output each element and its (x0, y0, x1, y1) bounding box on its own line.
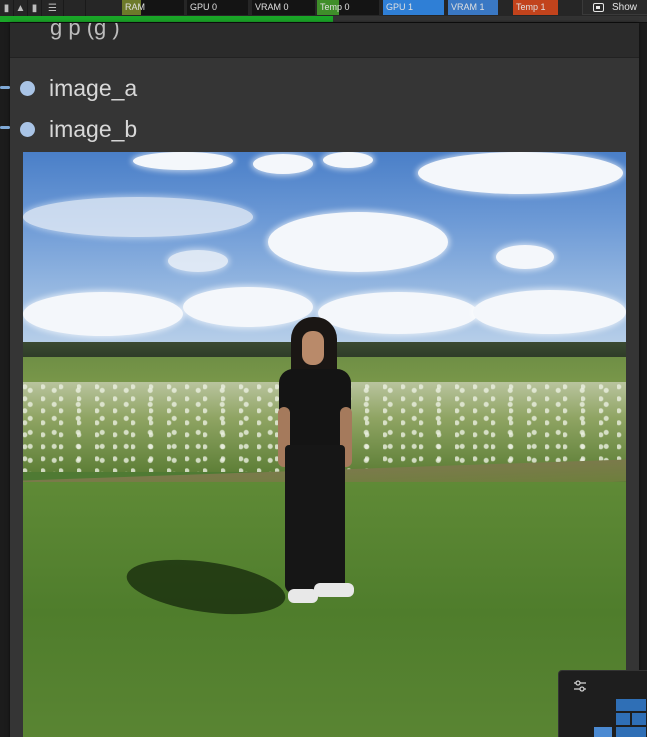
tool-icon-3[interactable]: ▮ (28, 0, 42, 16)
vram0-monitor: VRAM 0 (252, 0, 315, 15)
link-wire-a (0, 86, 10, 89)
tool-icon-2[interactable]: ▲ (14, 0, 28, 16)
input-slot-image-b[interactable]: image_b (20, 115, 137, 143)
gpu1-monitor: GPU 1 (383, 0, 444, 15)
minimap-node (632, 713, 646, 725)
input-label-image-b: image_b (49, 115, 138, 142)
toolbar-left: ▮ ▲ ▮ ☰ (0, 0, 92, 16)
input-slot-image-a[interactable]: image_a (20, 74, 137, 102)
ram-label: RAM (125, 2, 145, 12)
vram0-label: VRAM 0 (255, 2, 289, 12)
minimap-widget[interactable] (558, 670, 647, 737)
temp1-monitor: Temp 1 (513, 0, 558, 15)
minimap-node (616, 727, 646, 737)
temp1-label: Temp 1 (516, 2, 546, 12)
cloud (133, 152, 233, 170)
temp0-monitor: Temp 0 (317, 0, 379, 15)
cloud (323, 152, 373, 168)
cloud (253, 154, 313, 174)
show-button[interactable]: Show (582, 0, 647, 15)
cloud (418, 152, 623, 194)
tool-icon-1[interactable]: ▮ (0, 0, 14, 16)
person-face (302, 331, 324, 365)
image-preview[interactable] (23, 152, 626, 737)
ram-monitor: RAM (122, 0, 184, 15)
cloud (496, 245, 554, 269)
input-label-image-a: image_a (49, 74, 138, 101)
person-figure (276, 317, 366, 627)
gpu0-monitor: GPU 0 (187, 0, 248, 15)
minimap-node (616, 699, 646, 711)
sliders-icon[interactable] (573, 679, 587, 693)
vram1-monitor: VRAM 1 (448, 0, 498, 15)
temp0-label: Temp 0 (320, 2, 350, 12)
node-title: g p (g ) (50, 23, 120, 40)
vram1-label: VRAM 1 (451, 2, 485, 12)
cloud (473, 290, 626, 334)
cloud (268, 212, 448, 272)
link-wire-b (0, 126, 10, 129)
gpu0-label: GPU 0 (190, 2, 218, 12)
minimap-node (616, 713, 630, 725)
cloud (168, 250, 228, 272)
app-window: ▮ ▲ ▮ ☰ RAM GPU 0 VRAM 0 Temp 0 GPU 1 VR… (0, 0, 647, 737)
queue-progress-fill (0, 16, 334, 22)
cloud (23, 292, 183, 336)
person-shoe-right (314, 583, 354, 597)
node-title-bar[interactable]: g p (g ) (10, 23, 639, 58)
tool-icon-5[interactable] (64, 0, 86, 16)
gpu1-label: GPU 1 (386, 2, 414, 12)
input-dot-icon[interactable] (20, 80, 35, 96)
cloud (23, 197, 253, 237)
input-dot-icon[interactable] (20, 121, 35, 137)
minimap-node (594, 727, 612, 737)
image-icon (593, 2, 604, 12)
resource-monitor-bar: ▮ ▲ ▮ ☰ RAM GPU 0 VRAM 0 Temp 0 GPU 1 VR… (0, 0, 647, 16)
show-button-label: Show (612, 1, 638, 13)
tool-icon-4[interactable]: ☰ (42, 0, 64, 16)
person-legs (285, 445, 345, 593)
queue-progress-bar (0, 16, 647, 23)
